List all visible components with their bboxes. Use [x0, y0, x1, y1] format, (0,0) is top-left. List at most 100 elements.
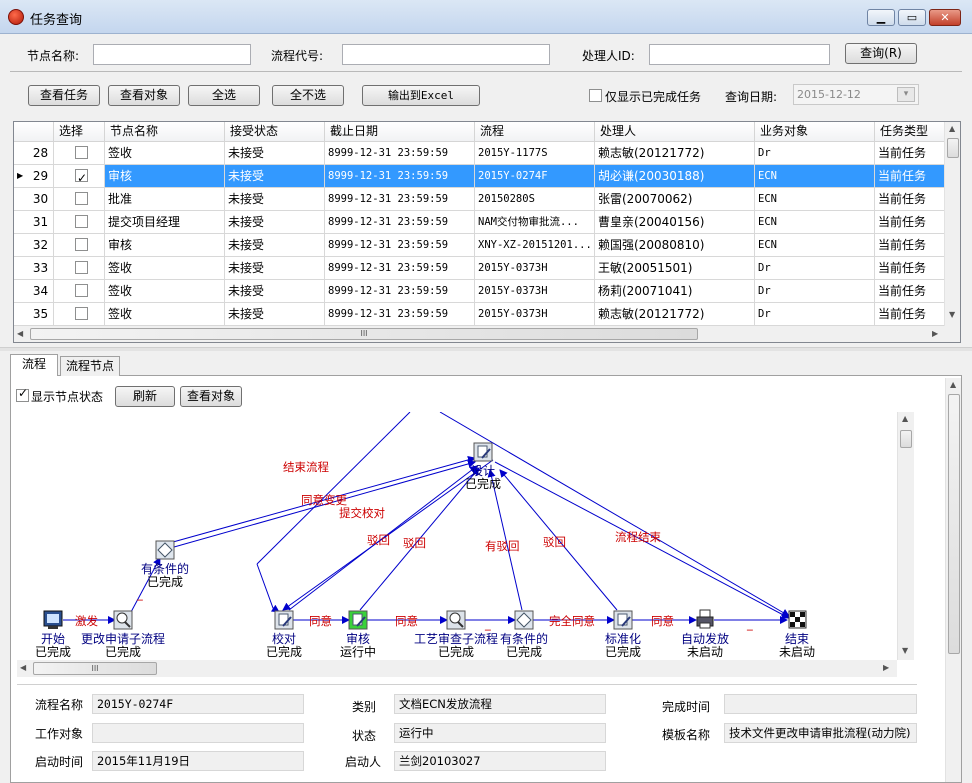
select-checkbox-cell[interactable] [54, 211, 105, 234]
cell-object[interactable]: Dr [755, 280, 875, 303]
cell-status[interactable]: 未接受 [225, 303, 325, 326]
workflow-node-check[interactable]: 校对已完成 [266, 610, 302, 659]
cell-handler[interactable]: 赖志敏(20121772) [595, 142, 755, 165]
row-number[interactable]: 30 [14, 188, 54, 211]
cell-deadline[interactable]: 8999-12-31 23:59:59 [325, 234, 475, 257]
diagram-vertical-scrollbar[interactable]: ▲ ▼ [897, 412, 914, 660]
cell-object[interactable]: ECN [755, 234, 875, 257]
query-date-picker[interactable]: 2015-12-12 ▾ [793, 84, 919, 105]
select-checkbox-cell[interactable] [54, 234, 105, 257]
tab-flow[interactable]: 流程 [10, 354, 58, 376]
scroll-up-icon[interactable]: ▲ [950, 380, 956, 389]
select-checkbox-cell[interactable] [54, 280, 105, 303]
column-header[interactable]: 选择 [54, 122, 105, 142]
panel-vertical-scrollbar[interactable]: ▲ [945, 378, 961, 782]
scroll-thumb[interactable] [948, 394, 960, 654]
row-number[interactable]: 28 [14, 142, 54, 165]
cell-flow[interactable]: 2015Y-0274F [475, 165, 595, 188]
row-number[interactable]: 32 [14, 234, 54, 257]
select-checkbox-cell[interactable] [54, 142, 105, 165]
select-none-button[interactable]: 全不选 [272, 85, 344, 106]
finish-time-field[interactable] [724, 694, 917, 714]
cell-node[interactable]: 审核 [105, 234, 225, 257]
workflow-node-review[interactable]: 审核运行中 [340, 610, 376, 659]
select-checkbox-cell[interactable] [54, 188, 105, 211]
cell-object[interactable]: Dr [755, 257, 875, 280]
row-checkbox[interactable] [75, 192, 88, 205]
cell-status[interactable]: 未接受 [225, 142, 325, 165]
row-number[interactable]: ▶ 29 [14, 165, 54, 188]
cell-node[interactable]: 签收 [105, 280, 225, 303]
table-row[interactable]: 34 签收 未接受 8999-12-31 23:59:59 2015Y-0373H 杨莉(… [14, 280, 945, 303]
cell-deadline[interactable]: 8999-12-31 23:59:59 [325, 188, 475, 211]
workflow-node-auto[interactable]: 自动发放未启动 [681, 609, 729, 659]
scroll-thumb[interactable]: III [33, 662, 157, 675]
workflow-node-cond1[interactable]: 有条件的已完成 [141, 540, 189, 589]
scroll-right-icon[interactable]: ▶ [883, 663, 889, 672]
calendar-dropdown-icon[interactable]: ▾ [897, 87, 915, 102]
cell-object[interactable]: ECN [755, 211, 875, 234]
row-checkbox[interactable] [75, 261, 88, 274]
start-time-field[interactable]: 2015年11月19日 [92, 751, 304, 771]
minimize-button[interactable]: ▁ [867, 9, 895, 26]
column-header[interactable]: 节点名称 [105, 122, 225, 142]
cell-status[interactable]: 未接受 [225, 257, 325, 280]
cell-flow[interactable]: XNY-XZ-20151201... [475, 234, 595, 257]
table-row[interactable]: ▶ 29 审核未接受8999-12-31 23:59:592015Y-0274F胡必… [14, 165, 945, 188]
row-number[interactable]: 33 [14, 257, 54, 280]
cell-type[interactable]: 当前任务 [875, 280, 945, 303]
scroll-up-icon[interactable]: ▲ [902, 414, 908, 423]
handler-id-input[interactable] [649, 44, 830, 65]
cell-deadline[interactable]: 8999-12-31 23:59:59 [325, 211, 475, 234]
scroll-right-icon[interactable]: ▶ [932, 329, 938, 338]
grid-vertical-scrollbar[interactable]: ▲ ▼ [944, 122, 960, 326]
search-button[interactable]: 查询(R) [845, 43, 917, 64]
cell-type[interactable]: 当前任务 [875, 257, 945, 280]
column-header[interactable]: 流程 [475, 122, 595, 142]
view-object-button[interactable]: 查看对象 [180, 386, 242, 407]
cell-handler[interactable]: 王敏(20051501) [595, 257, 755, 280]
cell-status[interactable]: 未接受 [225, 165, 325, 188]
row-checkbox[interactable] [75, 307, 88, 320]
table-row[interactable]: 32 审核 未接受 8999-12-31 23:59:59 XNY-XZ-2015120… [14, 234, 945, 257]
cell-deadline[interactable]: 8999-12-31 23:59:59 [325, 280, 475, 303]
cell-type[interactable]: 当前任务 [875, 165, 945, 188]
cell-handler[interactable]: 胡必谦(20030188) [595, 165, 755, 188]
flow-code-input[interactable] [342, 44, 550, 65]
row-checkbox[interactable] [75, 238, 88, 251]
row-checkbox[interactable] [75, 146, 88, 159]
cell-type[interactable]: 当前任务 [875, 188, 945, 211]
cell-node[interactable]: 签收 [105, 303, 225, 326]
starter-field[interactable]: 兰剑20103027 [394, 751, 606, 771]
cell-object[interactable]: ECN [755, 165, 875, 188]
cell-deadline[interactable]: 8999-12-31 23:59:59 [325, 142, 475, 165]
refresh-button[interactable]: 刷新 [115, 386, 175, 407]
workflow-node-design[interactable]: 设计已完成 [465, 442, 501, 491]
row-checkbox[interactable] [75, 215, 88, 228]
workflow-node-cond2[interactable]: 有条件的已完成 [500, 610, 548, 659]
table-row[interactable]: 30 批准 未接受 8999-12-31 23:59:59 20150280S 张雷(20… [14, 188, 945, 211]
scroll-down-icon[interactable]: ▼ [902, 646, 908, 655]
workflow-node-start[interactable]: 开始已完成 [35, 610, 71, 659]
cell-object[interactable]: Dr [755, 303, 875, 326]
scroll-left-icon[interactable]: ◀ [17, 329, 23, 338]
row-checkbox[interactable] [75, 284, 88, 297]
table-row[interactable]: 35 签收 未接受 8999-12-31 23:59:59 2015Y-0373H 赖志敏… [14, 303, 945, 326]
cell-status[interactable]: 未接受 [225, 188, 325, 211]
splitter[interactable] [0, 347, 972, 351]
select-all-button[interactable]: 全选 [188, 85, 260, 106]
cell-type[interactable]: 当前任务 [875, 211, 945, 234]
cell-node[interactable]: 签收 [105, 142, 225, 165]
select-checkbox-cell[interactable] [54, 257, 105, 280]
scroll-left-icon[interactable]: ◀ [20, 663, 26, 672]
cell-node[interactable]: 提交项目经理 [105, 211, 225, 234]
column-header[interactable]: 处理人 [595, 122, 755, 142]
row-number[interactable]: 34 [14, 280, 54, 303]
cell-deadline[interactable]: 8999-12-31 23:59:59 [325, 257, 475, 280]
cell-handler[interactable]: 赖国强(20080810) [595, 234, 755, 257]
cell-node[interactable]: 签收 [105, 257, 225, 280]
cell-flow[interactable]: 2015Y-1177S [475, 142, 595, 165]
row-number[interactable]: 35 [14, 303, 54, 326]
tab-flow-nodes[interactable]: 流程节点 [60, 356, 120, 376]
template-field[interactable]: 技术文件更改申请审批流程(动力院) [724, 723, 917, 743]
